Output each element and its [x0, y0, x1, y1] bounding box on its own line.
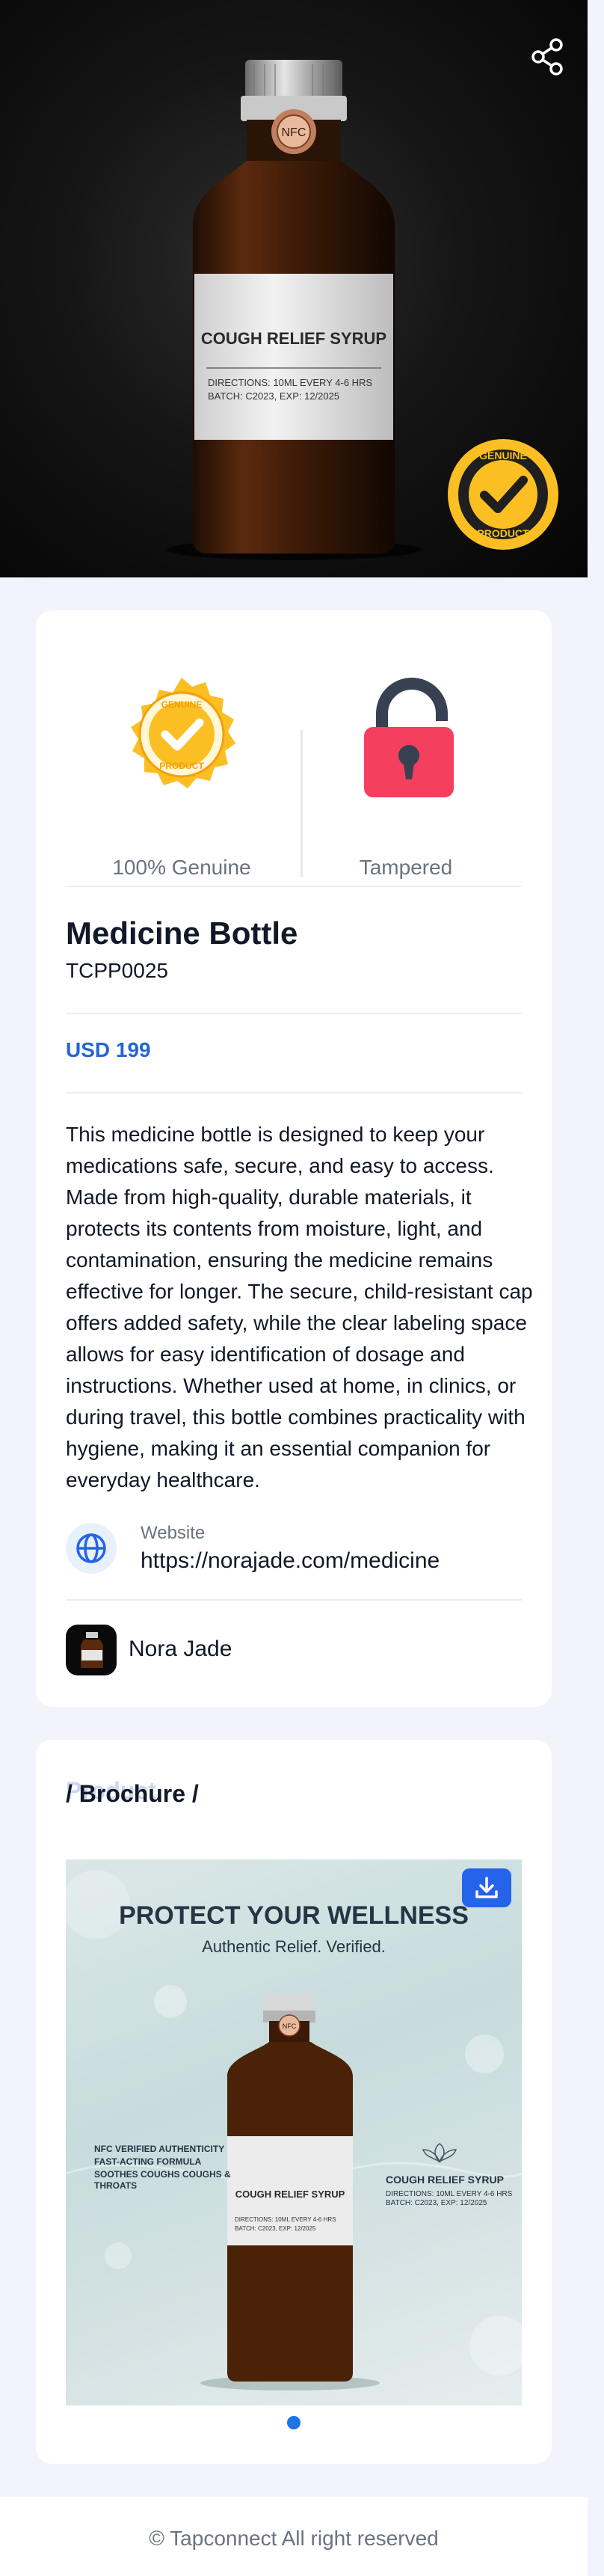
brochure-section-title: / Brochure /: [66, 1780, 199, 1807]
brochure-subheadline: Authentic Relief. Verified.: [202, 1937, 386, 1956]
brochure-bullets: NFC VERIFIED AUTHENTICITY FAST-ACTING FO…: [94, 2144, 236, 2193]
share-button[interactable]: [523, 33, 571, 81]
owner-name: Nora Jade: [129, 1637, 232, 1661]
badge-top-text: GENUINE: [161, 699, 203, 710]
carousel-dot-active[interactable]: [287, 2416, 301, 2429]
brochure-bottle-label-title: COUGH RELIEF SYRUP: [235, 2189, 345, 2200]
product-price: USD 199: [66, 1038, 151, 1061]
owner-avatar: [66, 1625, 117, 1675]
website-link[interactable]: https://norajade.com/medicine: [141, 1548, 440, 1574]
brochure-card: Product / Brochure / NFC COUGH RELIEF SY…: [36, 1740, 552, 2464]
footer: © Tapconnect All right reserved: [0, 2497, 588, 2576]
bottle-thumbnail-icon: [81, 1632, 103, 1668]
unlocked-padlock-icon: [364, 678, 454, 797]
footer-copyright: © Tapconnect All right reserved: [149, 2527, 439, 2550]
brochure-bottle-label-directions: DIRECTIONS: 10ML EVERY 4-6 HRS: [235, 2216, 336, 2223]
bottle-label-directions: DIRECTIONS: 10ML EVERY 4-6 HRS: [208, 377, 372, 388]
brochure-bullet: NFC VERIFIED AUTHENTICITY: [94, 2144, 225, 2154]
status-divider: [301, 730, 303, 877]
cap-nfc-text: NFC: [282, 126, 306, 139]
globe-icon: [76, 1533, 106, 1563]
divider: [66, 886, 522, 887]
divider: [66, 1013, 522, 1014]
brochure-bottle-label-batch: BATCH: C2023, EXP: 12/2025: [235, 2225, 316, 2232]
brochure-bullet: SOOTHES COUGHS COUGHS & THROATS: [94, 2169, 231, 2191]
product-details-card: GENUINE PRODUCT 100% Genuine Tampered Me…: [36, 610, 552, 1707]
brochure-slide[interactable]: NFC COUGH RELIEF SYRUP DIRECTIONS: 10ML …: [66, 1859, 522, 2405]
badge-top-text: GENUINE: [479, 450, 527, 461]
website-label: Website: [141, 1523, 206, 1543]
product-title: Medicine Bottle: [66, 916, 298, 951]
divider: [66, 1599, 522, 1601]
authenticity-status-row: GENUINE PRODUCT 100% Genuine Tampered: [36, 663, 552, 879]
brochure-right-text: DIRECTIONS: 10ML EVERY 4-6 HRS BATCH: C2…: [386, 2190, 513, 2207]
divider: [66, 1092, 522, 1094]
tampered-label: Tampered: [359, 856, 453, 879]
badge-bottom-text: PRODUCT: [159, 761, 204, 771]
bottle-label-batch: BATCH: C2023, EXP: 12/2025: [208, 390, 339, 402]
product-hero-image: NFC COUGH RELIEF SYRUP DIRECTIONS: 10ML …: [0, 0, 588, 577]
genuine-badge-icon: GENUINE PRODUCT: [448, 439, 558, 550]
download-button[interactable]: [462, 1868, 511, 1907]
brochure-cap-text: NFC: [283, 2023, 297, 2030]
brochure-bullet: FAST-ACTING FORMULA: [94, 2156, 202, 2167]
download-icon: [475, 1877, 498, 1898]
genuine-label: 100% Genuine: [112, 856, 251, 879]
bottle-label-title: COUGH RELIEF SYRUP: [201, 329, 386, 348]
brochure-right-title: COUGH RELIEF SYRUP: [386, 2174, 504, 2186]
product-description: This medicine bottle is designed to keep…: [66, 1123, 533, 1491]
website-link-icon-wrap[interactable]: [66, 1523, 117, 1574]
badge-bottom-text: PRODUCT: [477, 527, 529, 539]
genuine-product-badge: GENUINE PRODUCT: [446, 437, 561, 552]
brochure-headline: PROTECT YOUR WELLNESS: [119, 1901, 469, 1930]
product-sku: TCPP0025: [66, 959, 168, 982]
share-icon: [531, 38, 563, 76]
genuine-badge-icon: GENUINE PRODUCT: [131, 678, 235, 788]
